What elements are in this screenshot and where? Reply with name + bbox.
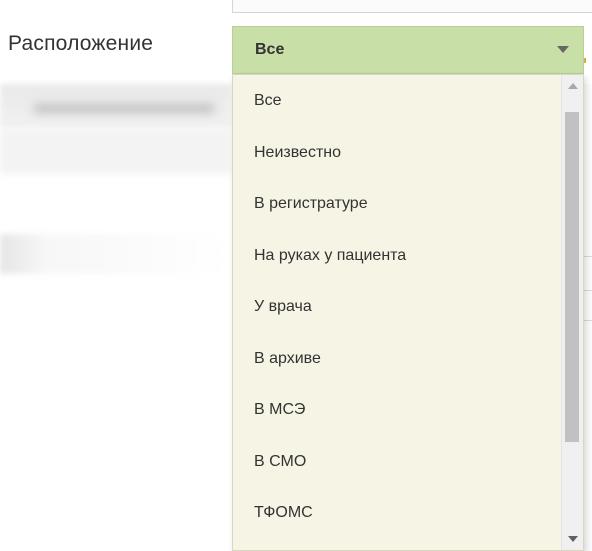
blurred-row — [0, 234, 232, 274]
option-with-doctor[interactable]: У врача — [233, 281, 563, 333]
blurred-background — [0, 84, 232, 551]
scrollbar-thumb[interactable] — [565, 112, 579, 442]
scroll-down-arrow-icon[interactable] — [568, 536, 578, 542]
option-with-patient[interactable]: На руках у пациента — [233, 230, 563, 282]
option-all[interactable]: Все — [233, 75, 563, 127]
blurred-row — [0, 84, 232, 129]
vertical-scrollbar[interactable] — [561, 75, 583, 550]
option-mse[interactable]: В МСЭ — [233, 384, 563, 436]
location-select[interactable]: Все — [232, 26, 584, 74]
scroll-up-arrow-icon[interactable] — [568, 83, 578, 89]
selected-value: Все — [255, 41, 285, 58]
location-dropdown-list[interactable]: Все Неизвестно В регистратуре На руках у… — [232, 74, 584, 551]
previous-field-input[interactable] — [232, 0, 592, 13]
option-registry[interactable]: В регистратуре — [233, 178, 563, 230]
blurred-row — [0, 129, 232, 174]
option-smo[interactable]: В СМО — [233, 436, 563, 488]
options-list: Все Неизвестно В регистратуре На руках у… — [233, 75, 563, 539]
option-tfoms[interactable]: ТФОМС — [233, 487, 563, 539]
option-archive[interactable]: В архиве — [233, 333, 563, 385]
location-label: Расположение — [8, 32, 154, 55]
option-unknown[interactable]: Неизвестно — [233, 127, 563, 179]
chevron-down-icon[interactable] — [557, 46, 569, 53]
